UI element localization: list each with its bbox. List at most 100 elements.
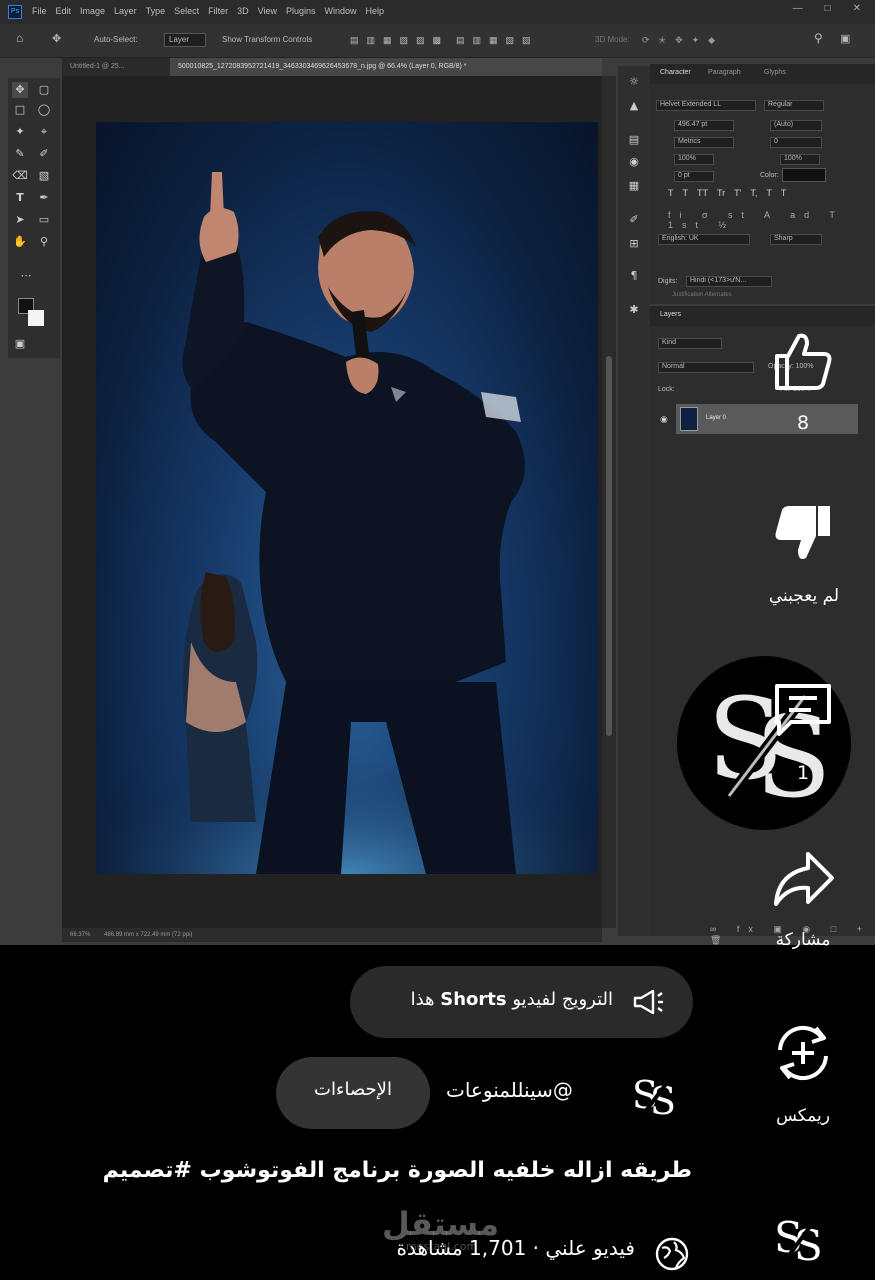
hand-tool-icon[interactable]: ✋ xyxy=(12,234,28,250)
layer-name[interactable]: Layer 0 xyxy=(706,415,726,421)
lasso-tool-icon[interactable]: ◯ xyxy=(36,102,52,118)
move-tool-icon[interactable]: ✥ xyxy=(12,82,28,98)
more-tools-icon[interactable]: ⋯ xyxy=(18,268,34,284)
menu-3d[interactable]: 3D xyxy=(237,6,249,16)
quick-mask-icon[interactable]: ▣ xyxy=(12,336,28,352)
share-button[interactable]: مشاركة xyxy=(760,848,846,958)
brush-tool-icon[interactable]: ✐ xyxy=(36,146,52,162)
comments-button[interactable]: 1 xyxy=(768,680,838,790)
crop-tool-icon[interactable]: ⌖ xyxy=(36,124,52,140)
tab-layers[interactable]: Layers xyxy=(660,311,681,318)
color-icon[interactable]: ◉ xyxy=(626,154,642,170)
background-color-swatch[interactable] xyxy=(28,310,44,326)
underline-button[interactable]: T xyxy=(766,188,772,198)
video-title[interactable]: طريقه ازاله خلفيه الصورة برنامج الفوتوشو… xyxy=(103,1158,692,1183)
menu-select[interactable]: Select xyxy=(174,6,199,16)
menu-type[interactable]: Type xyxy=(146,6,166,16)
menu-edit[interactable]: Edit xyxy=(56,6,72,16)
type-tool-icon[interactable]: T xyxy=(12,190,28,206)
home-icon[interactable]: ⌂ xyxy=(16,31,23,45)
tab-active-image[interactable]: 500010825_1272083952721419_3463303469626… xyxy=(170,58,602,76)
small-caps-button[interactable]: Tr xyxy=(717,188,725,198)
kerning-field[interactable]: Metrics xyxy=(674,137,734,148)
antialias-select[interactable]: Sharp xyxy=(770,234,822,245)
faux-italic-button[interactable]: T xyxy=(683,188,689,198)
bottom-channel-logo-icon[interactable]: S S xyxy=(770,1206,832,1268)
strikethrough-button[interactable]: T xyxy=(781,188,787,198)
artboard-tool-icon[interactable]: ▢ xyxy=(36,82,52,98)
subscript-button[interactable]: T, xyxy=(750,188,757,198)
tab-paragraph[interactable]: Paragraph xyxy=(708,69,741,76)
move-tool-icon[interactable]: ✥ xyxy=(52,32,61,45)
zoom-tool-icon[interactable]: ⚲ xyxy=(36,234,52,250)
layer-kind-filter[interactable]: Kind xyxy=(658,338,722,349)
text-color-swatch[interactable] xyxy=(782,168,826,182)
menu-file[interactable]: File xyxy=(32,6,47,16)
channel-handle[interactable]: @سينللمنوعات xyxy=(446,1078,573,1102)
layer-dropdown[interactable]: Layer xyxy=(164,33,206,47)
baseline-field[interactable]: 0 pt xyxy=(674,171,714,182)
digits-select[interactable]: Hindi (<173>u'N... xyxy=(686,276,772,287)
maximize-icon[interactable]: □ xyxy=(825,3,831,14)
layer-visibility-eye-icon[interactable]: ◉ xyxy=(660,414,668,425)
justification-alternates[interactable]: Justification Alternates xyxy=(672,292,732,298)
path-select-icon[interactable]: ➤ xyxy=(12,212,28,228)
horizontal-scale-field[interactable]: 100% xyxy=(780,154,820,165)
channel-logo-icon[interactable]: S S xyxy=(628,1066,684,1122)
font-size-field[interactable]: 496.47 pt xyxy=(674,120,734,131)
blend-mode-select[interactable]: Normal xyxy=(658,362,754,373)
analytics-button[interactable]: الإحصاءات xyxy=(276,1057,430,1129)
shape-tool-icon[interactable]: ▭ xyxy=(36,212,52,228)
distribute-icons[interactable]: ▤▥▦▧▨ xyxy=(456,35,539,46)
eraser-tool-icon[interactable]: ⌫ xyxy=(12,168,28,184)
vertical-scale-field[interactable]: 100% xyxy=(674,154,714,165)
menu-help[interactable]: Help xyxy=(366,6,385,16)
menu-plugins[interactable]: Plugins xyxy=(286,6,316,16)
3d-tool-icons[interactable]: ⟳✭✥✦◆ xyxy=(642,35,724,46)
quick-select-icon[interactable]: ✦ xyxy=(12,124,28,140)
clone-source-icon[interactable]: ⊞ xyxy=(626,236,642,252)
menu-view[interactable]: View xyxy=(258,6,277,16)
menu-filter[interactable]: Filter xyxy=(208,6,228,16)
superscript-button[interactable]: T' xyxy=(734,188,741,198)
tracking-field[interactable]: 0 xyxy=(770,137,822,148)
dislike-button[interactable]: لم يعجبني xyxy=(752,500,856,618)
zoom-level[interactable]: 66.37% xyxy=(70,932,90,938)
menu-layer[interactable]: Layer xyxy=(114,6,137,16)
properties-icon[interactable]: ▲ xyxy=(626,98,642,114)
adjustments-icon[interactable]: ☼ xyxy=(626,74,642,90)
font-family-select[interactable]: Helvet Extended LL xyxy=(656,100,756,111)
all-caps-button[interactable]: TT xyxy=(697,188,708,198)
menu-image[interactable]: Image xyxy=(80,6,105,16)
show-transform-controls[interactable]: Show Transform Controls xyxy=(222,35,312,44)
remix-button[interactable]: ريمكس xyxy=(760,1020,846,1132)
brush-settings-icon[interactable]: ✐ xyxy=(626,212,642,228)
search-icon[interactable]: ⚲ xyxy=(814,31,823,45)
workspace-icon[interactable]: ▣ xyxy=(840,32,850,45)
leading-field[interactable]: (Auto) xyxy=(770,120,822,131)
glyphs-icon[interactable]: ¶ xyxy=(626,268,642,284)
marquee-tool-icon[interactable]: □ xyxy=(12,102,28,118)
align-icons[interactable]: ▤▥▦▧▨▩ xyxy=(350,35,449,46)
like-button[interactable]: 8 xyxy=(760,326,846,436)
auto-select-label[interactable]: Auto-Select: xyxy=(94,35,138,44)
tab-character[interactable]: Character xyxy=(660,69,691,76)
language-select[interactable]: English: UK xyxy=(658,234,750,245)
swatches-icon[interactable]: ▦ xyxy=(626,178,642,194)
scrollbar-thumb[interactable] xyxy=(606,356,612,736)
minimize-icon[interactable]: — xyxy=(793,3,803,14)
history-icon[interactable]: ▤ xyxy=(626,132,642,148)
faux-bold-button[interactable]: T xyxy=(668,188,674,198)
ps-canvas-area[interactable] xyxy=(62,76,602,928)
tab-glyphs[interactable]: Glyphs xyxy=(764,69,786,76)
promote-short-button[interactable]: الترويج لفيديو Shorts هذا xyxy=(350,966,693,1038)
canvas-vertical-scrollbar[interactable] xyxy=(602,76,616,928)
font-style-select[interactable]: Regular xyxy=(764,100,824,111)
opentype-buttons[interactable]: fi σ st A ad T 1st ½ xyxy=(668,210,875,230)
eyedropper-icon[interactable]: ✎ xyxy=(12,146,28,162)
tab-untitled[interactable]: Untitled-1 @ 25... xyxy=(62,58,170,76)
pen-tool-icon[interactable]: ✒ xyxy=(36,190,52,206)
menu-window[interactable]: Window xyxy=(325,6,357,16)
gradient-tool-icon[interactable]: ▧ xyxy=(36,168,52,184)
close-icon[interactable]: ✕ xyxy=(853,3,861,14)
